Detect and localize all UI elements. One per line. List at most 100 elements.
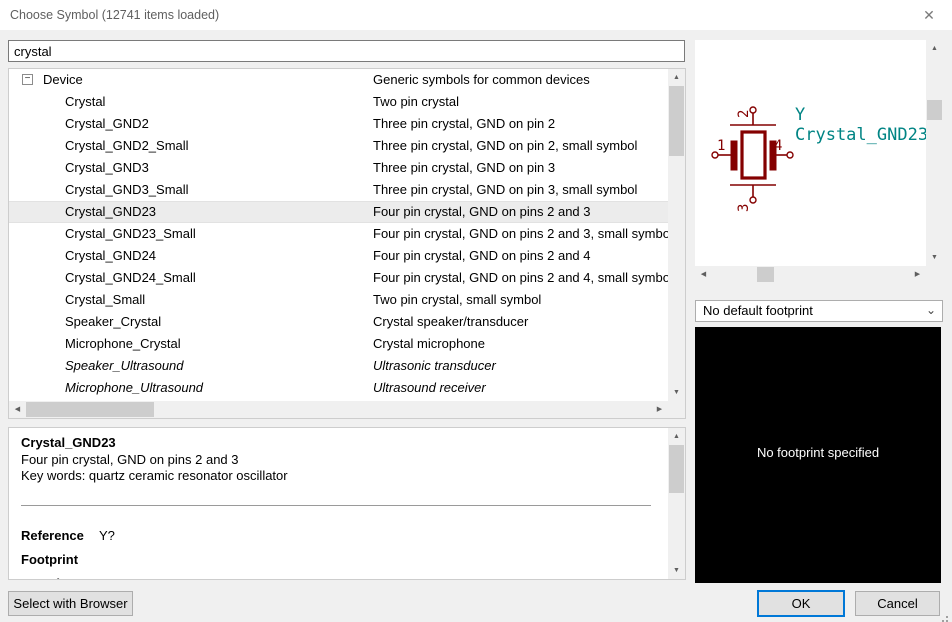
symbol-description: Crystal microphone [373, 333, 485, 355]
list-item[interactable]: Crystal_GND2_SmallThree pin crystal, GND… [9, 135, 668, 157]
list-item[interactable]: Speaker_Crystal Crystal speaker/transduce… [9, 311, 668, 333]
scrollbar-thumb[interactable] [927, 100, 942, 120]
scroll-up-icon[interactable]: ▲ [668, 69, 685, 86]
symbol-description: Four pin crystal, GND on pins 2 and 3, s… [373, 223, 668, 245]
symbol-description: Three pin crystal, GND on pin 2 [373, 113, 555, 135]
footprint-preview-message: No footprint specified [695, 445, 941, 460]
resize-grip[interactable] [946, 616, 948, 618]
scroll-down-icon[interactable]: ▼ [926, 249, 943, 266]
symbol-name: Speaker_Ultrasound [65, 355, 184, 377]
symbol-details-panel: Crystal_GND23 Four pin crystal, GND on p… [8, 427, 686, 580]
symbol-description: Three pin crystal, GND on pin 3, small s… [373, 179, 637, 201]
crystal-gnd23-symbol: 1 2 3 4 Y Crystal_GND23 [695, 40, 926, 266]
scroll-up-icon[interactable]: ▲ [668, 428, 685, 445]
symbol-name: Crystal_GND24 [65, 245, 156, 267]
scrollbar-thumb[interactable] [757, 267, 774, 282]
close-icon[interactable]: ✕ [918, 5, 940, 25]
details-vertical-scrollbar[interactable]: ▲ ▼ [668, 428, 685, 579]
detail-keywords: Key words: quartz ceramic resonator osci… [21, 468, 288, 483]
symbol-name: Crystal_GND23 [65, 201, 156, 223]
search-input[interactable] [8, 40, 685, 62]
preview-horizontal-scrollbar[interactable]: ◀ ▶ [695, 266, 926, 283]
symbol-name-label: Crystal_GND23 [795, 125, 926, 145]
scrollbar-thumb[interactable] [669, 445, 684, 493]
footprint-dropdown[interactable]: No default footprint ⌄ [695, 300, 943, 322]
list-horizontal-scrollbar[interactable]: ◀ ▶ [9, 401, 668, 418]
symbol-name: Crystal_GND24_Small [65, 267, 196, 289]
list-item[interactable]: Crystal_GND3 Three pin crystal, GND on pi… [9, 157, 668, 179]
pin-number-4: 4 [774, 138, 782, 154]
symbol-description: Four pin crystal, GND on pins 2 and 3 [373, 201, 591, 223]
symbol-name: Speaker_Crystal [65, 311, 161, 333]
scroll-left-icon[interactable]: ◀ [9, 401, 26, 418]
list-item[interactable]: Crystal_Small Two pin crystal, small symb… [9, 289, 668, 311]
list-item[interactable]: Microphone_Crystal Crystal microphone [9, 333, 668, 355]
symbol-name: Crystal_GND23_Small [65, 223, 196, 245]
tree-rows: − Device Generic symbols for common devi… [9, 69, 668, 401]
window-title: Choose Symbol (12741 items loaded) [10, 8, 219, 22]
detail-field: ReferenceY? [21, 524, 115, 548]
list-item[interactable]: Microphone_Ultrasound Ultrasound receiver [9, 377, 668, 399]
symbol-description: Three pin crystal, GND on pin 2, small s… [373, 135, 637, 157]
chevron-down-icon: ⌄ [926, 301, 936, 319]
pin-number-2: 2 [736, 110, 752, 118]
ok-button[interactable]: OK [757, 590, 845, 617]
field-value: Y? [99, 528, 115, 543]
symbol-name: Microphone_Crystal [65, 333, 181, 355]
select-with-browser-button[interactable]: Select with Browser [8, 591, 133, 616]
scrollbar-thumb[interactable] [26, 402, 154, 417]
symbol-name: Crystal_Small [65, 289, 145, 311]
field-label: Datasheet [21, 572, 99, 580]
symbol-description: Ultrasound receiver [373, 377, 486, 399]
symbol-name: Crystal_GND3 [65, 157, 149, 179]
tree-root-row[interactable]: − Device Generic symbols for common devi… [9, 69, 668, 91]
detail-symbol-name: Crystal_GND23 [21, 435, 116, 450]
symbol-list: − Device Generic symbols for common devi… [8, 68, 686, 419]
scroll-down-icon[interactable]: ▼ [668, 384, 685, 401]
list-item[interactable]: Crystal_GND24 Four pin crystal, GND on pi… [9, 245, 668, 267]
symbol-name: Crystal [65, 91, 105, 113]
list-item[interactable]: Crystal_GND3_Small Three pin crystal, GND… [9, 179, 668, 201]
titlebar: Choose Symbol (12741 items loaded) ✕ [0, 0, 952, 30]
preview-vertical-scrollbar[interactable]: ▲ ▼ [926, 40, 943, 266]
scrollbar-thumb[interactable] [669, 86, 684, 156]
symbol-description: Three pin crystal, GND on pin 3 [373, 157, 555, 179]
scroll-left-icon[interactable]: ◀ [695, 266, 712, 283]
list-vertical-scrollbar[interactable]: ▲ ▼ [668, 69, 685, 401]
list-item[interactable]: Crystal_GND23_Small Four pin crystal, GND… [9, 223, 668, 245]
footprint-dropdown-value: No default footprint [703, 303, 813, 318]
scroll-up-icon[interactable]: ▲ [926, 40, 943, 57]
pin-number-3: 3 [736, 204, 752, 212]
scroll-down-icon[interactable]: ▼ [668, 562, 685, 579]
library-name: Device [43, 69, 83, 91]
detail-description: Four pin crystal, GND on pins 2 and 3 [21, 452, 239, 467]
list-item[interactable]: Crystal_GND2 Three pin crystal, GND on pi… [9, 113, 668, 135]
divider [21, 505, 651, 506]
library-description: Generic symbols for common devices [373, 69, 590, 91]
symbol-preview[interactable]: 1 2 3 4 Y Crystal_GND23 [695, 40, 926, 266]
detail-field: Footprint [21, 548, 115, 572]
symbol-name: Crystal_GND3_Small [65, 179, 189, 201]
reference-designator: Y [795, 105, 805, 125]
symbol-name: Microphone_Ultrasound [65, 377, 203, 399]
symbol-description: Two pin crystal [373, 91, 459, 113]
field-label: Footprint [21, 548, 99, 572]
collapse-icon[interactable]: − [22, 74, 33, 85]
detail-fields: ReferenceY?FootprintDatasheet [21, 524, 115, 580]
symbol-description: Ultrasonic transducer [373, 355, 496, 377]
scroll-right-icon[interactable]: ▶ [651, 401, 668, 418]
list-item[interactable]: Speaker_Ultrasound Ultrasonic transducer [9, 355, 668, 377]
symbol-description: Four pin crystal, GND on pins 2 and 4, s… [373, 267, 668, 289]
symbol-description: Two pin crystal, small symbol [373, 289, 541, 311]
list-item[interactable]: Crystal Two pin crystal [9, 91, 668, 113]
symbol-description: Crystal speaker/transducer [373, 311, 528, 333]
field-label: Reference [21, 524, 99, 548]
symbol-name: Crystal_GND2 [65, 113, 149, 135]
footprint-preview[interactable]: No footprint specified [695, 327, 941, 583]
scroll-right-icon[interactable]: ▶ [909, 266, 926, 283]
list-item[interactable]: Crystal_GND23 Four pin crystal, GND on pi… [9, 201, 668, 223]
cancel-button[interactable]: Cancel [855, 591, 940, 616]
scrollbar-corner [668, 401, 685, 418]
list-item[interactable]: Crystal_GND24_Small Four pin crystal, GND… [9, 267, 668, 289]
symbol-description: Four pin crystal, GND on pins 2 and 4 [373, 245, 591, 267]
